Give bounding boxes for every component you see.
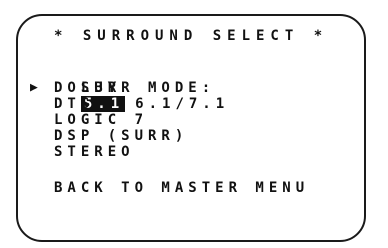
menu-item-stereo[interactable]: STEREO [54,144,135,160]
menu-item-dsp-surr[interactable]: DSP (SURR) [54,128,188,144]
menu-item-dts[interactable]: DTS [54,96,94,112]
selection-cursor-icon: ▶ [30,80,38,95]
surr-mode-option-6-1-7-1[interactable]: 6.1/7.1 [135,96,229,112]
back-to-master-menu[interactable]: BACK TO MASTER MENU [54,180,309,196]
menu-item-logic-7[interactable]: LOGIC 7 [54,112,148,128]
menu-title: * SURROUND SELECT * [54,28,329,44]
menu-item-dolby[interactable]: DOLBY [54,80,121,96]
